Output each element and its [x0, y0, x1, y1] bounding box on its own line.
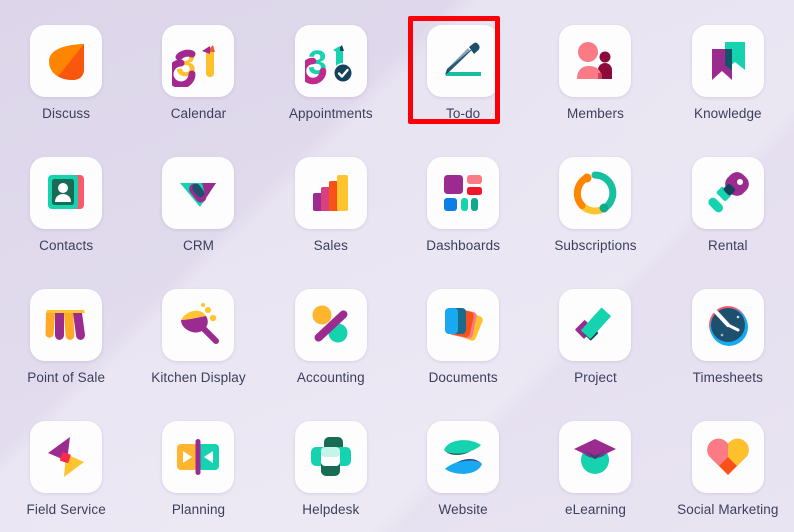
app-label: Social Marketing	[677, 502, 779, 517]
sales-icon-box[interactable]	[294, 157, 367, 229]
app-tile-appointments[interactable]: 3 Appointments	[265, 4, 397, 136]
timesheets-icon-box[interactable]	[691, 289, 764, 361]
app-tile-helpdesk[interactable]: Helpdesk	[265, 400, 397, 532]
app-tile-documents[interactable]: Documents	[397, 268, 529, 400]
app-label: Point of Sale	[27, 370, 106, 385]
rental-icon	[708, 172, 749, 213]
app-label: Rental	[708, 238, 748, 253]
project-icon-box[interactable]	[559, 289, 632, 361]
calendar-icon-box[interactable]: 3	[162, 25, 235, 97]
app-label: Members	[567, 106, 624, 121]
members-icon	[577, 42, 613, 79]
app-label: Field Service	[26, 502, 106, 517]
helpdesk-icon	[310, 437, 351, 476]
app-tile-elearning[interactable]: eLearning	[529, 400, 661, 532]
crm-icon	[180, 183, 217, 207]
app-tile-rental[interactable]: Rental	[662, 136, 794, 268]
app-tile-subscriptions[interactable]: Subscriptions	[529, 136, 661, 268]
documents-icon	[445, 308, 483, 341]
kitchen-display-icon-box[interactable]	[162, 289, 235, 361]
social-marketing-icon-box[interactable]	[691, 421, 764, 493]
kitchen-display-icon	[181, 303, 220, 344]
app-label: Calendar	[170, 106, 227, 121]
app-tile-knowledge[interactable]: Knowledge	[662, 4, 794, 136]
app-label: Planning	[171, 502, 226, 517]
app-label: Project	[574, 370, 617, 385]
appointments-icon-box[interactable]: 3	[294, 25, 367, 97]
app-tile-timesheets[interactable]: Timesheets	[662, 268, 794, 400]
app-label: Accounting	[296, 370, 365, 385]
helpdesk-icon-box[interactable]	[294, 421, 367, 493]
website-icon-box[interactable]	[427, 421, 500, 493]
point-of-sale-icon-box[interactable]	[30, 289, 103, 361]
knowledge-icon-box[interactable]	[691, 25, 764, 97]
sales-icon	[312, 175, 348, 211]
app-label: To-do	[446, 106, 481, 121]
discuss-icon	[49, 44, 85, 80]
todo-icon	[445, 42, 482, 76]
app-tile-point-of-sale[interactable]: Point of Sale	[0, 268, 132, 400]
app-label: Knowledge	[693, 106, 762, 121]
app-tile-contacts[interactable]: Contacts	[0, 136, 132, 268]
planning-icon-box[interactable]	[162, 421, 235, 493]
app-label: Dashboards	[426, 238, 501, 253]
discuss-icon-box[interactable]	[30, 25, 103, 97]
knowledge-icon	[711, 42, 745, 80]
timesheets-icon	[708, 306, 748, 346]
app-tile-social-marketing[interactable]: Social Marketing	[662, 400, 794, 532]
social-marketing-icon	[707, 438, 749, 475]
app-tile-discuss[interactable]: Discuss	[0, 4, 132, 136]
app-label: Documents	[428, 370, 498, 385]
app-tile-dashboards[interactable]: Dashboards	[397, 136, 529, 268]
app-label: Timesheets	[692, 370, 763, 385]
documents-icon-box[interactable]	[427, 289, 500, 361]
app-tile-kitchen-display[interactable]: Kitchen Display	[132, 268, 264, 400]
app-tile-calendar[interactable]: 3 Calendar	[132, 4, 264, 136]
app-label: eLearning	[565, 502, 626, 517]
app-tile-todo[interactable]: To-do	[397, 4, 529, 136]
app-tile-sales[interactable]: Sales	[265, 136, 397, 268]
crm-icon-box[interactable]	[162, 157, 235, 229]
elearning-icon-box[interactable]	[559, 421, 632, 493]
todo-icon-box[interactable]	[427, 25, 500, 97]
website-icon	[444, 440, 483, 474]
app-tile-website[interactable]: Website	[397, 400, 529, 532]
app-label: CRM	[182, 238, 215, 253]
app-label: Kitchen Display	[151, 370, 246, 385]
app-label: Subscriptions	[554, 238, 637, 253]
app-tile-field-service[interactable]: Field Service	[0, 400, 132, 532]
dashboards-icon-box[interactable]	[427, 157, 500, 229]
subscriptions-icon	[574, 171, 617, 215]
app-label: Discuss	[42, 106, 91, 121]
field-service-icon	[48, 437, 85, 477]
elearning-icon	[574, 439, 617, 474]
project-icon	[575, 307, 612, 341]
field-service-icon-box[interactable]	[30, 421, 103, 493]
app-tile-crm[interactable]: CRM	[132, 136, 264, 268]
app-label: Appointments	[288, 106, 373, 121]
subscriptions-icon-box[interactable]	[559, 157, 632, 229]
app-tile-members[interactable]: Members	[529, 4, 661, 136]
app-label: Helpdesk	[302, 502, 360, 517]
contacts-icon	[48, 175, 85, 209]
dashboards-icon	[444, 175, 483, 211]
app-tile-project[interactable]: Project	[529, 268, 661, 400]
app-tile-accounting[interactable]: Accounting	[265, 268, 397, 400]
point-of-sale-icon	[45, 310, 86, 340]
members-icon-box[interactable]	[559, 25, 632, 97]
calendar-icon: 3	[172, 43, 216, 87]
app-grid: Discuss 3 Calendar 3 Appointments To-do …	[0, 0, 794, 532]
accounting-icon-box[interactable]	[294, 289, 367, 361]
app-tile-planning[interactable]: Planning	[132, 400, 264, 532]
contacts-icon-box[interactable]	[30, 157, 103, 229]
app-label: Contacts	[39, 238, 94, 253]
app-label: Sales	[313, 238, 348, 253]
accounting-icon	[312, 305, 348, 343]
rental-icon-box[interactable]	[691, 157, 764, 229]
app-label: Website	[438, 502, 488, 517]
planning-icon	[177, 439, 220, 475]
appointments-icon: 3	[304, 44, 353, 85]
